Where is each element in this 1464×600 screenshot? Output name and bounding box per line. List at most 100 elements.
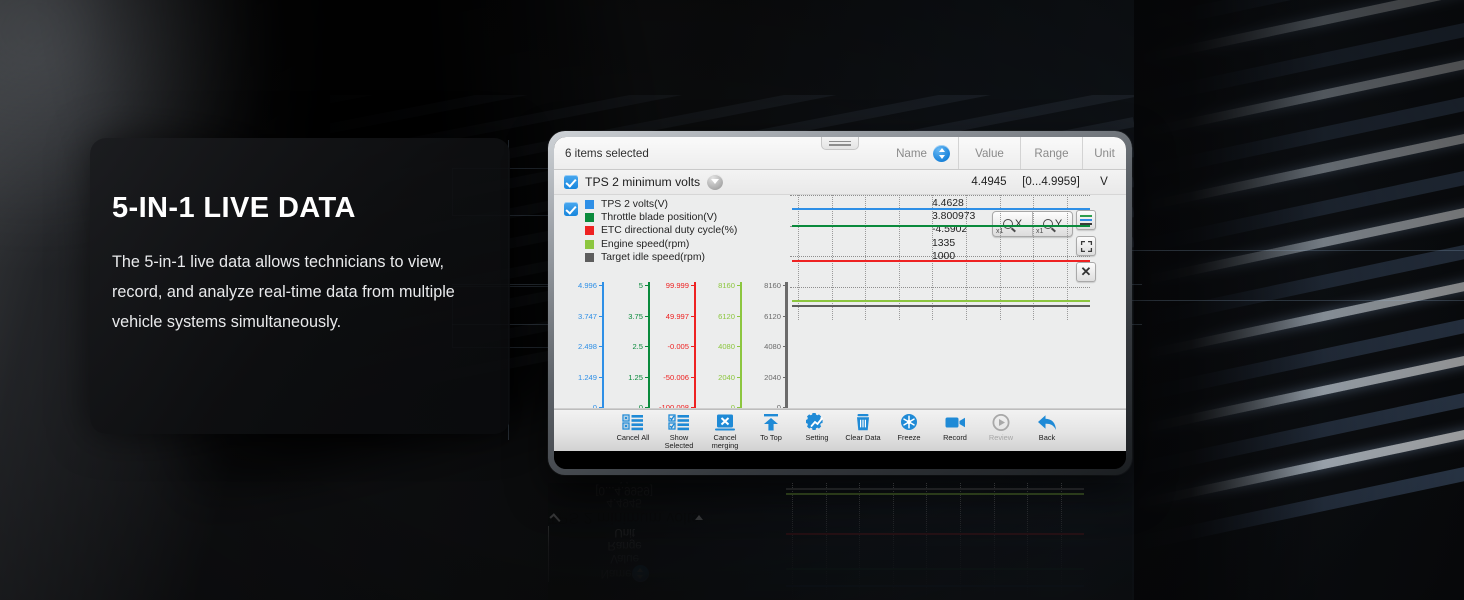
selection-count-label: 6 items selected: [565, 146, 649, 160]
axis-tick-label: 4080: [718, 342, 742, 351]
deco-hairline-4: [1128, 250, 1464, 251]
chart-gridline-horizontal: [790, 286, 1090, 288]
axis-tick-label: 1.25: [628, 372, 650, 382]
axis-tick-label: 0: [731, 404, 743, 408]
column-header-name-label: Name: [896, 146, 927, 160]
axis-tick-label: 5: [638, 281, 651, 290]
column-header-value[interactable]: Value: [958, 137, 1020, 169]
axis-line: [647, 282, 650, 407]
toolbar-button-record[interactable]: Record: [932, 413, 978, 442]
chart-axis: 8160 6120 4080 2040 0: [698, 281, 744, 408]
toolbar-button-back[interactable]: Back: [1024, 413, 1070, 442]
axis-tick-label: 99.999: [665, 281, 697, 290]
toolbar-button-label: Back: [1038, 433, 1056, 442]
chart-trace: [792, 208, 1090, 211]
promo-headline: 5-IN-1 LIVE DATA: [112, 192, 356, 224]
row-checkbox[interactable]: [564, 175, 578, 189]
axis-tick-label: -0.005: [667, 342, 696, 351]
axis-tick-label: 2040: [764, 372, 788, 382]
bottom-toolbar: Cancel All Show Selected Cancel merging …: [554, 409, 1126, 451]
axis-tick-label: 8160: [764, 281, 788, 290]
tablet-screen: 6 items selected Name Value Range Unit T…: [554, 137, 1126, 469]
show-selected-icon: [668, 413, 690, 432]
toolbar-button-setting[interactable]: Setting: [794, 412, 840, 442]
cancel-merging-icon: [714, 413, 736, 432]
axis-line: [739, 282, 742, 407]
axis-tick-label: 1.249: [577, 372, 605, 382]
axis-tick-label: 2.498: [577, 342, 605, 351]
axis-tick-label: -50.006: [663, 372, 696, 382]
toolbar-button-clear-data[interactable]: Clear Data: [840, 413, 886, 442]
promo-panel: 5-IN-1 LIVE DATA The 5-in-1 live data al…: [90, 138, 510, 434]
tablet-reflection: 6 items selected Name Value Range Unit T…: [548, 482, 1132, 600]
toolbar-button-cancel-merging[interactable]: Cancel merging: [702, 413, 748, 451]
axis-tick-label: 4080: [764, 342, 788, 351]
live-data-chart: TPS 2 volts(V) Throttle blade position(V)…: [554, 195, 1126, 409]
row-unit: V: [1100, 176, 1108, 188]
toolbar-button-label: Clear Data: [845, 433, 881, 442]
toolbar-button-label: Review: [988, 433, 1014, 442]
toolbar-button-label: Show Selected: [664, 433, 694, 451]
row-name-cell: TPS 2 minimum volts: [554, 174, 958, 190]
toolbar-button-cancel-all[interactable]: Cancel All: [610, 413, 656, 442]
table-row[interactable]: TPS 2 minimum volts 4.4945 [0...4.9959] …: [554, 170, 1126, 195]
chart-axes: 4.996 3.747 2.498 1.249 0 5 3.75 2.5 1.25 0 99.999…: [560, 281, 790, 408]
chart-axis: 8160 6120 4080 2040 0: [744, 281, 790, 408]
axis-line: [785, 282, 788, 407]
axis-tick-label: 0: [593, 404, 605, 408]
axis-tick-label: 0: [639, 404, 651, 408]
column-header-range[interactable]: Range: [1020, 137, 1082, 169]
axis-line: [601, 282, 604, 407]
toolbar-button-label: Cancel merging: [711, 433, 739, 451]
row-value: 4.4945: [971, 176, 1007, 188]
promo-body: The 5-in-1 live data allows technicians …: [112, 252, 455, 331]
chevron-down-bubble-icon[interactable]: [707, 174, 724, 190]
chart-axis: 4.996 3.747 2.498 1.249 0: [560, 281, 606, 408]
deco-hairline-5: [1128, 300, 1464, 301]
to-top-arrow-icon: [760, 413, 782, 432]
tablet-device: 6 items selected Name Value Range Unit T…: [548, 131, 1132, 475]
snowflake-icon: [898, 413, 920, 432]
column-header-name[interactable]: Name: [848, 137, 958, 169]
chart-gridline-horizontal: [790, 195, 1090, 196]
row-range: [0...4.9959]: [1022, 176, 1080, 188]
axis-tick-label: 2.5: [632, 342, 650, 351]
toolbar-button-show-selected[interactable]: Show Selected: [656, 413, 702, 451]
chart-trace: [792, 224, 1090, 227]
axis-tick-label: 0: [777, 404, 789, 408]
axis-tick-label: 4.996: [577, 281, 605, 290]
axis-tick-label: 2040: [718, 372, 742, 382]
data-list-header: 6 items selected Name Value Range Unit: [554, 137, 1126, 170]
sort-updown-icon[interactable]: [933, 144, 950, 162]
chart-trace: [792, 260, 1090, 263]
axis-tick-label: 6120: [718, 311, 742, 321]
axis-tick-label: 8160: [718, 281, 742, 290]
toolbar-button-review: Review: [978, 413, 1024, 442]
tablet-reflection-mask: [548, 482, 1132, 600]
play-circle-icon: [990, 413, 1012, 432]
column-header-unit[interactable]: Unit: [1082, 137, 1126, 169]
chart-axis: 99.999 49.997 -0.005 -50.006 -100.008: [652, 281, 698, 408]
toolbar-button-to-top[interactable]: To Top: [748, 413, 794, 442]
toolbar-button-label: Freeze: [897, 433, 921, 442]
axis-tick-label: 3.75: [628, 311, 650, 321]
row-name-label: TPS 2 minimum volts: [585, 175, 701, 189]
axis-tick-label: 3.747: [577, 311, 605, 321]
cancel-all-icon: [622, 413, 644, 432]
axis-line: [693, 282, 696, 407]
axis-tick-label: 49.997: [665, 311, 697, 321]
chart-gridline-horizontal: [790, 256, 1090, 257]
toolbar-button-freeze[interactable]: Freeze: [886, 413, 932, 442]
axis-tick-label: -100.008: [659, 404, 696, 408]
toolbar-button-label: To Top: [760, 433, 782, 442]
drag-grip-icon[interactable]: [821, 137, 859, 150]
video-camera-icon: [944, 413, 966, 432]
screen-bezel-bottom: [554, 451, 1126, 469]
trash-icon: [852, 413, 874, 432]
toolbar-button-label: Record: [943, 433, 967, 442]
setting-gear-icon: [805, 412, 828, 432]
back-arrow-icon: [1036, 413, 1058, 432]
chart-axis: 5 3.75 2.5 1.25 0: [606, 281, 652, 408]
toolbar-button-label: Setting: [805, 433, 829, 442]
axis-tick-label: 6120: [764, 311, 788, 321]
